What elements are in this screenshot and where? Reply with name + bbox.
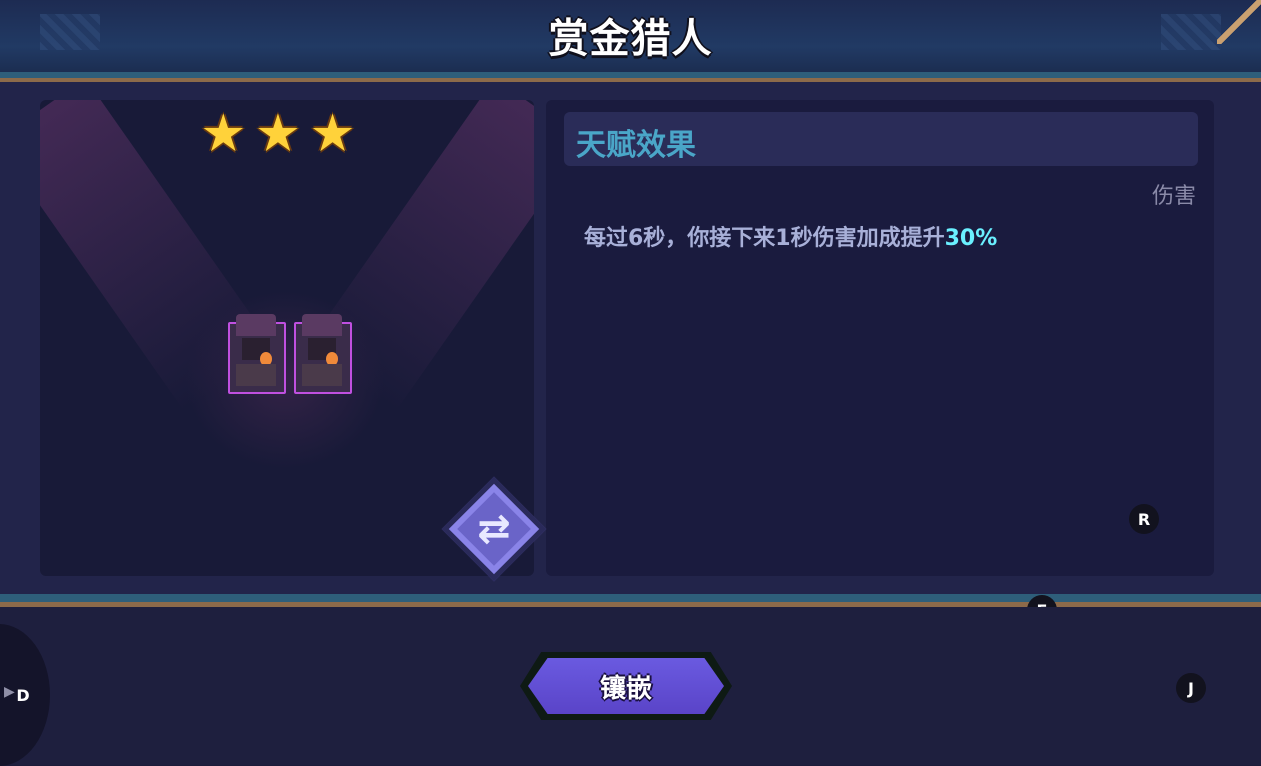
- talent-tag: 伤害: [1151, 184, 1196, 209]
- key-hint-r: R: [1129, 504, 1159, 534]
- key-hint-d: D: [16, 685, 30, 705]
- star-rating: ★ ★ ★: [200, 106, 356, 162]
- swap-button[interactable]: ⇄: [441, 476, 547, 582]
- star-icon: ★: [309, 104, 356, 164]
- key-hint-j: J: [1176, 673, 1206, 703]
- page-title: 赏金猎人: [548, 16, 713, 62]
- embed-button-label: 镶嵌: [599, 673, 652, 704]
- title-bar: 赏金猎人: [0, 0, 1261, 82]
- swap-arrows-icon: ⇄: [477, 506, 511, 552]
- talent-title: 天赋效果: [576, 128, 696, 163]
- description-text: 每过6秒，你接下来1秒伤害加成提升: [584, 226, 945, 251]
- talent-description: 每过6秒，你接下来1秒伤害加成提升30%: [584, 220, 997, 252]
- embed-button[interactable]: 镶嵌: [520, 652, 732, 720]
- description-highlight: 30%: [944, 226, 998, 251]
- star-icon: ★: [254, 104, 302, 164]
- talent-header: 天赋效果: [564, 112, 1198, 166]
- hero-sprite[interactable]: [228, 314, 286, 394]
- hero-sprite[interactable]: [294, 314, 352, 394]
- talent-info-pane: 天赋效果 伤害 每过6秒，你接下来1秒伤害加成提升30%: [546, 100, 1214, 576]
- main-panel: ★ ★ ★ 天赋效果 伤害 每过6秒，你接下来1秒伤害加成提升30%: [0, 82, 1261, 607]
- star-icon: ★: [200, 104, 247, 164]
